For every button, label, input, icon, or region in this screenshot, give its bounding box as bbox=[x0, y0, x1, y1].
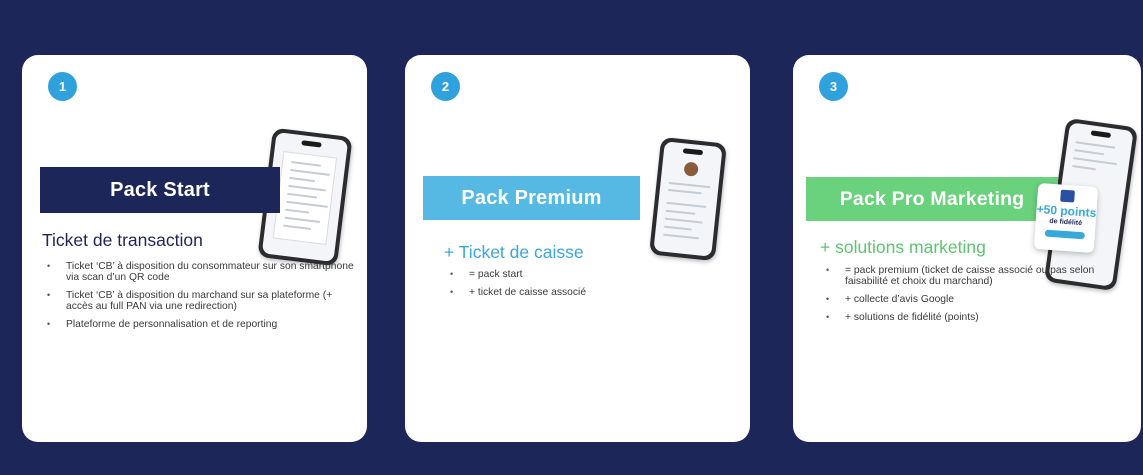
pack-subtitle: Ticket de transaction bbox=[42, 230, 203, 250]
screen-line bbox=[1073, 157, 1117, 166]
screen-line bbox=[666, 201, 707, 208]
bullet-icon: • bbox=[826, 265, 830, 275]
receipt-line bbox=[283, 224, 312, 230]
feature-list: • = pack start • + ticket de caisse associ… bbox=[445, 269, 725, 305]
pack-subtitle: + Ticket de caisse bbox=[444, 242, 584, 262]
screen-line bbox=[668, 181, 711, 189]
feature-item: • = pack start bbox=[445, 269, 725, 280]
feature-text: Plateforme de personnalisation et de rep… bbox=[66, 319, 278, 330]
slide-canvas: 1 Pack Start Ticket de transaction • Tic… bbox=[0, 0, 1143, 475]
feature-text: + solutions de fidélité (points) bbox=[845, 312, 979, 323]
receipt-image bbox=[272, 151, 338, 245]
screen-line bbox=[1074, 149, 1105, 156]
pack-banner-premium: Pack Premium bbox=[423, 176, 640, 220]
feature-item: • + collecte d’avis Google bbox=[821, 294, 1121, 305]
phone-notch bbox=[682, 148, 704, 156]
receipt-line bbox=[284, 216, 321, 224]
phone-screen bbox=[653, 141, 723, 257]
feature-text: = pack premium (ticket de caisse associé… bbox=[845, 265, 1095, 287]
feature-list: • Ticket ‘CB’ à disposition du consommate… bbox=[42, 261, 357, 337]
step-badge: 3 bbox=[819, 72, 848, 101]
screen-line bbox=[667, 188, 702, 195]
pack-card-pro-marketing: 3 Pack Pro Marketing +50 points de fidél… bbox=[793, 55, 1141, 442]
pack-subtitle: + solutions marketing bbox=[820, 237, 986, 257]
feature-item: • = pack premium (ticket de caisse associ… bbox=[821, 265, 1121, 287]
feature-item: • Plateforme de personnalisation et de re… bbox=[42, 319, 357, 330]
bullet-icon: • bbox=[826, 312, 830, 322]
step-badge: 1 bbox=[48, 72, 77, 101]
feature-text: Ticket ‘CB’ à disposition du consommateu… bbox=[66, 261, 354, 283]
receipt-line bbox=[291, 161, 322, 167]
screen-line bbox=[665, 209, 696, 215]
receipt-line bbox=[285, 208, 310, 214]
pack-banner-start: Pack Start bbox=[40, 167, 280, 213]
screen-line bbox=[663, 233, 700, 240]
screen-line bbox=[663, 225, 692, 231]
feature-text: + collecte d’avis Google bbox=[845, 294, 955, 305]
feature-text: = pack start bbox=[469, 269, 523, 280]
smartphone-mockup-icon bbox=[649, 136, 727, 262]
bullet-icon: • bbox=[47, 319, 51, 329]
pack-card-start: 1 Pack Start Ticket de transaction • Tic… bbox=[22, 55, 367, 442]
feature-list: • = pack premium (ticket de caisse associ… bbox=[821, 265, 1121, 330]
feature-text: + ticket de caisse associé bbox=[469, 287, 587, 298]
bullet-icon: • bbox=[450, 269, 454, 279]
merchant-logo-icon bbox=[1060, 189, 1075, 203]
receipt-line bbox=[288, 184, 327, 192]
screen-line bbox=[664, 217, 703, 224]
loyalty-points-popup: +50 points de fidélité bbox=[1033, 182, 1099, 254]
pack-banner-pro-marketing: Pack Pro Marketing bbox=[806, 177, 1058, 221]
feature-item: • Ticket ‘CB’ à disposition du consommate… bbox=[42, 261, 357, 283]
screen-line bbox=[1072, 165, 1097, 171]
feature-item: • + ticket de caisse associé bbox=[445, 287, 725, 298]
feature-item: • Ticket ‘CB’ à disposition du marchand s… bbox=[42, 290, 357, 312]
screen-line bbox=[1075, 141, 1116, 149]
receipt-line bbox=[287, 192, 318, 199]
phone-notch bbox=[301, 140, 322, 148]
merchant-avatar bbox=[683, 161, 699, 177]
receipt-line bbox=[289, 176, 316, 183]
bullet-icon: • bbox=[47, 290, 51, 300]
feature-item: • + solutions de fidélité (points) bbox=[821, 312, 1121, 323]
points-action-button bbox=[1044, 229, 1086, 240]
bullet-icon: • bbox=[47, 261, 51, 271]
step-badge: 2 bbox=[431, 72, 460, 101]
bullet-icon: • bbox=[826, 294, 830, 304]
bullet-icon: • bbox=[450, 287, 454, 297]
receipt-line bbox=[286, 200, 329, 208]
pack-card-premium: 2 Pack Premium + Ticket de caisse • = pac… bbox=[405, 55, 750, 442]
phone-notch bbox=[1090, 130, 1112, 139]
feature-text: Ticket ‘CB’ à disposition du marchand su… bbox=[66, 290, 333, 312]
receipt-line bbox=[290, 169, 331, 176]
